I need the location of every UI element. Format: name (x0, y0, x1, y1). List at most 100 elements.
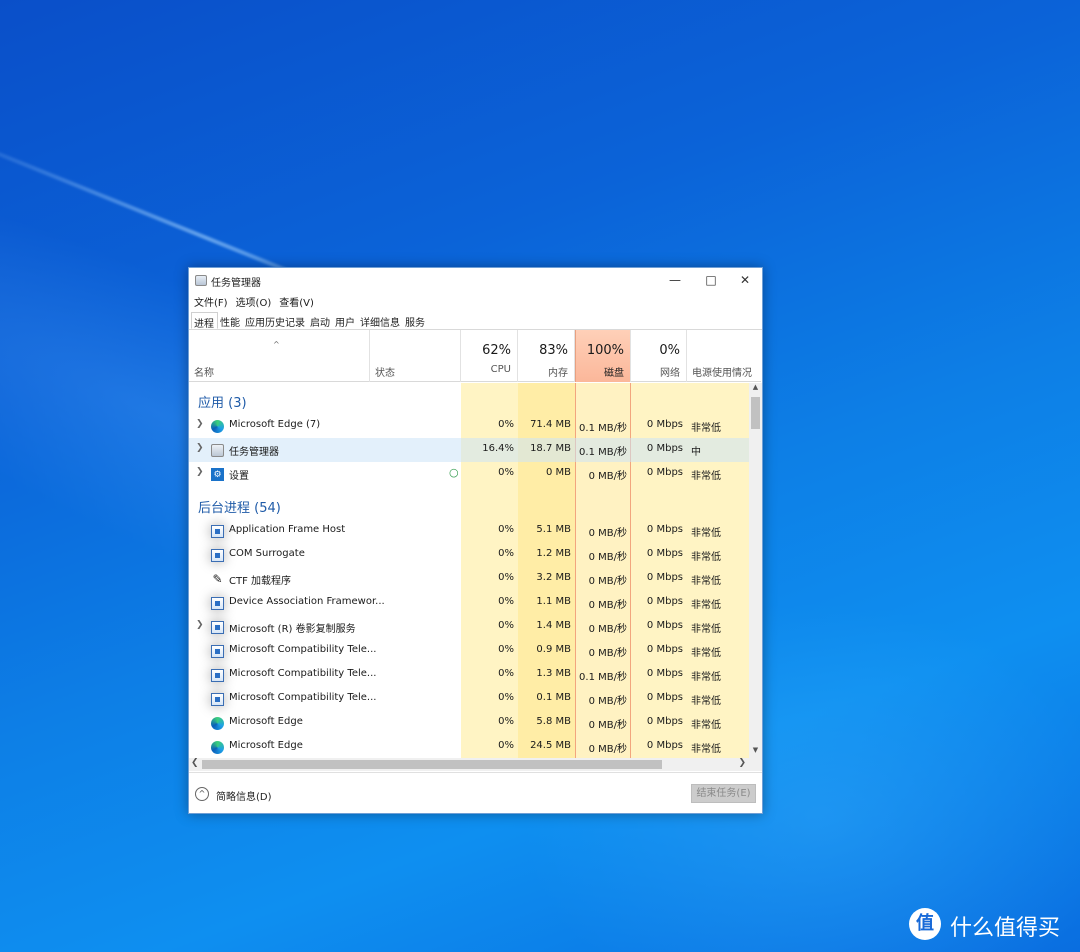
power-value: 非常低 (691, 600, 721, 611)
horizontal-scroll-thumb[interactable] (202, 760, 662, 769)
fewer-details-link[interactable]: 简略信息(D) (216, 788, 272, 803)
table-row[interactable]: Microsoft Compatibility Tele... 0% 1.3 M… (189, 663, 749, 687)
disk-value: 0 MB/秒 (588, 471, 627, 482)
cpu-value: 0% (498, 467, 514, 478)
table-row[interactable]: ❯ Microsoft Edge (7) 0% 71.4 MB 0.1 MB/秒… (189, 414, 749, 438)
cpu-value: 0% (498, 419, 514, 430)
column-name-label: 名称 (194, 368, 214, 379)
menu-view[interactable]: 查看(V) (278, 294, 315, 310)
network-value: 0 Mbps (646, 740, 683, 751)
tab-startup[interactable]: 启动 (308, 312, 333, 329)
column-cpu[interactable]: 62% CPU (461, 330, 518, 382)
network-value: 0 Mbps (646, 644, 683, 655)
power-value: 非常低 (691, 528, 721, 539)
column-memory[interactable]: 83% 内存 (518, 330, 575, 382)
table-row[interactable]: Application Frame Host 0% 5.1 MB 0 MB/秒 … (189, 519, 749, 543)
expand-chevron-icon[interactable]: ❯ (196, 467, 204, 477)
cpu-value: 0% (498, 524, 514, 535)
expand-chevron-icon[interactable]: ❯ (196, 443, 204, 453)
disk-value: 0 MB/秒 (588, 744, 627, 755)
column-status[interactable]: 状态 (370, 330, 461, 382)
network-value: 0 Mbps (646, 548, 683, 559)
column-status-label: 状态 (375, 368, 395, 379)
menu-file[interactable]: 文件(F) (193, 294, 229, 310)
table-row[interactable]: COM Surrogate 0% 1.2 MB 0 MB/秒 0 Mbps 非常… (189, 543, 749, 567)
network-percent: 0% (659, 343, 680, 358)
menu-options[interactable]: 选项(O) (235, 294, 273, 310)
cpu-percent: 62% (482, 343, 511, 358)
process-name: Microsoft Edge (7) (229, 419, 321, 430)
table-row[interactable]: ✎ CTF 加载程序 0% 3.2 MB 0 MB/秒 0 Mbps 非常低 (189, 567, 749, 591)
edge-icon (211, 741, 224, 754)
tab-bar: 进程 性能 应用历史记录 启动 用户 详细信息 服务 (191, 312, 428, 330)
table-row[interactable]: Microsoft Compatibility Tele... 0% 0.1 M… (189, 687, 749, 711)
network-value: 0 Mbps (646, 443, 683, 454)
window-app-icon (211, 549, 224, 562)
cpu-value: 0% (498, 620, 514, 631)
group-header-apps[interactable]: 应用 (3) (189, 388, 749, 412)
table-row[interactable]: ❯ Microsoft (R) 卷影复制服务 0% 1.4 MB 0 MB/秒 … (189, 615, 749, 639)
vertical-scrollbar[interactable]: ▲ ▼ (749, 383, 762, 758)
network-value: 0 Mbps (646, 419, 683, 430)
scroll-left-icon[interactable]: ❮ (191, 758, 199, 768)
table-row[interactable]: Device Association Framewor... 0% 1.1 MB… (189, 591, 749, 615)
cpu-value: 0% (498, 572, 514, 583)
window-app-icon (211, 621, 224, 634)
vertical-scroll-thumb[interactable] (751, 397, 760, 429)
disk-percent: 100% (586, 343, 624, 358)
column-header: ^ 名称 状态 62% CPU 83% 内存 100% 磁盘 0% 网络 电源使… (189, 330, 761, 382)
task-manager-icon (195, 275, 207, 286)
tab-processes[interactable]: 进程 (191, 312, 218, 330)
table-row[interactable]: Microsoft Edge 0% 24.5 MB 0 MB/秒 0 Mbps … (189, 735, 749, 758)
window-app-icon (211, 525, 224, 538)
close-button[interactable]: ✕ (727, 268, 762, 292)
column-network[interactable]: 0% 网络 (631, 330, 687, 382)
expand-chevron-icon[interactable]: ❯ (196, 620, 204, 630)
process-list: 应用 (3) ❯ Microsoft Edge (7) 0% 71.4 MB 0… (189, 383, 749, 758)
edge-icon (211, 717, 224, 730)
expand-chevron-icon[interactable]: ❯ (196, 419, 204, 429)
network-label: 网络 (660, 368, 680, 379)
process-name: Device Association Framewor... (229, 596, 385, 607)
table-row[interactable]: ❯ 任务管理器 16.4% 18.7 MB 0.1 MB/秒 0 Mbps 中 (189, 438, 749, 462)
network-value: 0 Mbps (646, 467, 683, 478)
group-apps-label: 应用 (3) (198, 396, 247, 411)
end-task-button[interactable]: 结束任务(E) (691, 784, 756, 803)
table-row[interactable]: ❯ ⚙ 设置 ○ 0% 0 MB 0 MB/秒 0 Mbps 非常低 (189, 462, 749, 486)
column-name[interactable]: ^ 名称 (189, 330, 370, 382)
column-power[interactable]: 电源使用情况 (687, 330, 761, 382)
scroll-up-icon[interactable]: ▲ (749, 383, 762, 395)
tab-users[interactable]: 用户 (333, 312, 358, 329)
scroll-down-icon[interactable]: ▼ (749, 746, 762, 758)
watermark-text: 什么值得买 (950, 916, 1061, 941)
power-value: 非常低 (691, 624, 721, 635)
tab-app-history[interactable]: 应用历史记录 (243, 312, 308, 329)
memory-value: 5.8 MB (536, 716, 571, 727)
tab-services[interactable]: 服务 (403, 312, 428, 329)
disk-value: 0 MB/秒 (588, 696, 627, 707)
chevron-up-circle-icon[interactable]: ^ (195, 787, 209, 801)
window-app-icon (211, 693, 224, 706)
sort-up-icon: ^ (273, 340, 280, 349)
memory-percent: 83% (539, 343, 568, 358)
process-name: Microsoft Compatibility Tele... (229, 692, 377, 703)
power-value: 中 (691, 447, 701, 458)
title-bar[interactable]: 任务管理器 — □ ✕ (189, 268, 762, 294)
maximize-button[interactable]: □ (693, 268, 729, 292)
group-header-background[interactable]: 后台进程 (54) (189, 493, 749, 517)
tab-performance[interactable]: 性能 (218, 312, 243, 329)
edge-icon (211, 420, 224, 433)
table-row[interactable]: Microsoft Compatibility Tele... 0% 0.9 M… (189, 639, 749, 663)
horizontal-scrollbar[interactable]: ❮ ❯ (189, 758, 762, 771)
power-value: 非常低 (691, 552, 721, 563)
column-disk[interactable]: 100% 磁盘 (575, 330, 631, 382)
group-background-label: 后台进程 (54) (198, 501, 281, 516)
table-row[interactable]: Microsoft Edge 0% 5.8 MB 0 MB/秒 0 Mbps 非… (189, 711, 749, 735)
watermark-logo-icon: 值 (909, 908, 941, 940)
cpu-value: 0% (498, 644, 514, 655)
network-value: 0 Mbps (646, 716, 683, 727)
scroll-right-icon[interactable]: ❯ (738, 758, 746, 768)
minimize-button[interactable]: — (657, 268, 693, 292)
disk-value: 0 MB/秒 (588, 720, 627, 731)
tab-details[interactable]: 详细信息 (358, 312, 403, 329)
